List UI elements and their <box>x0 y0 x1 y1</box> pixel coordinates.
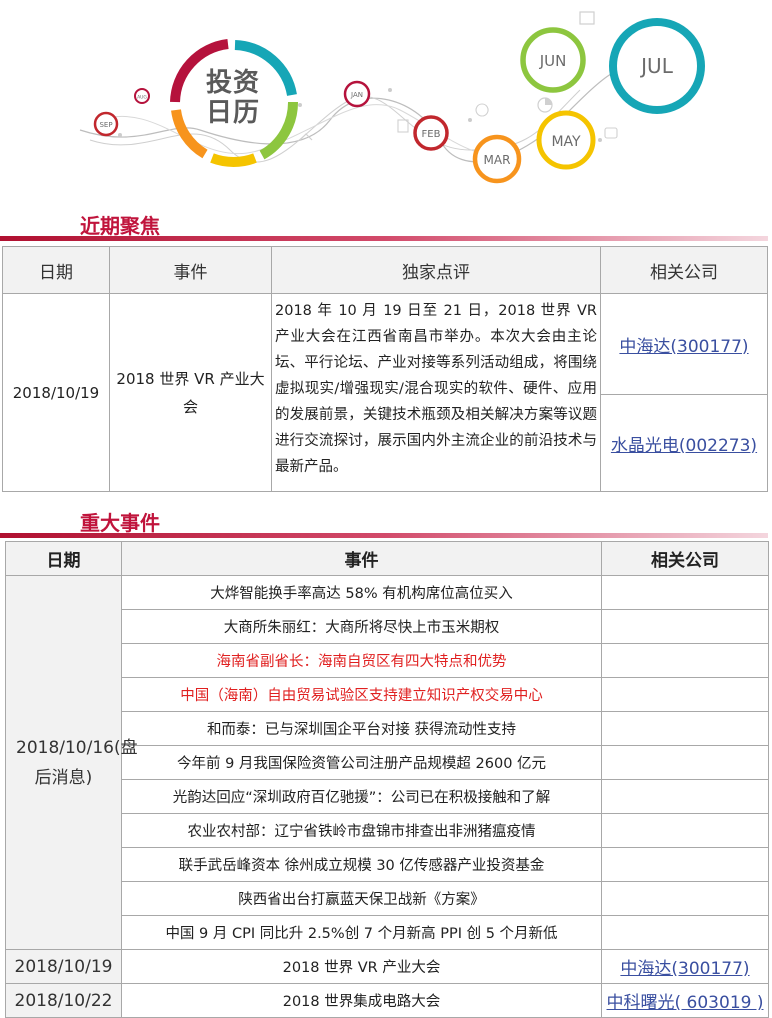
event-company-cell <box>601 813 769 848</box>
event-group-date: 2018/10/16(盘后消息) <box>5 575 138 950</box>
svg-text:MAR: MAR <box>484 153 511 167</box>
header-company: 相关公司 <box>600 246 768 294</box>
header-comment: 独家点评 <box>271 246 601 294</box>
header-event: 事件 <box>109 246 272 294</box>
table-row: 2018/10/19 2018 世界 VR 产业大会 2018 年 10 月 1… <box>2 293 768 492</box>
event-text: 和而泰：已与深圳国企平台对接 获得流动性支持 <box>121 711 602 746</box>
event-company-cell: 中科曙光( 603019 ) <box>601 983 769 1018</box>
event-company-cell <box>601 643 769 678</box>
brand-logo-text: 投资 日历 <box>198 68 268 128</box>
header-event: 事件 <box>121 541 602 576</box>
company-link-shuijingguangdian[interactable]: 水晶光电(002273) <box>611 436 757 456</box>
event-text: 农业农村部：辽宁省铁岭市盘锦市排查出非洲猪瘟疫情 <box>121 813 602 848</box>
focus-comment: 2018 年 10 月 19 日至 21 日，2018 世界 VR 产业大会在江… <box>271 293 601 492</box>
table-row: 2018/10/22 2018 世界集成电路大会 中科曙光( 603019 ) <box>5 983 769 1018</box>
event-text: 中国（海南）自由贸易试验区支持建立知识产权交易中心 <box>121 677 602 712</box>
company-link-zhongkeshuguang[interactable]: 中科曙光( 603019 ) <box>607 993 764 1013</box>
event-group: 2018/10/16(盘后消息) 大烨智能换手率高达 58% 有机构席位高位买入大… <box>5 575 769 950</box>
event-text: 联手武岳峰资本 徐州成立规模 30 亿传感器产业投资基金 <box>121 847 602 882</box>
svg-text:JUN: JUN <box>539 52 567 70</box>
svg-text:SEP: SEP <box>99 121 112 129</box>
event-company-cell <box>601 711 769 746</box>
company-link-zhonghaida-2[interactable]: 中海达(300177) <box>620 959 749 979</box>
header-date: 日期 <box>5 541 122 576</box>
event-company-cell <box>601 779 769 814</box>
major-section-title: 重大事件 <box>80 511 160 535</box>
table-row: 2018/10/19 2018 世界 VR 产业大会 中海达(300177) <box>5 949 769 984</box>
major-section-divider <box>0 533 768 538</box>
focus-company-cell-1: 中海达(300177) <box>600 293 768 395</box>
event-company-cell <box>601 677 769 712</box>
event-text: 大商所朱丽红：大商所将尽快上市玉米期权 <box>121 609 602 644</box>
focus-table-header: 日期 事件 独家点评 相关公司 <box>2 246 768 294</box>
table-row: 2018/10/16(盘后消息) 大烨智能换手率高达 58% 有机构席位高位买入 <box>5 575 769 950</box>
event-text: 中国 9 月 CPI 同比升 2.5%创 7 个月新高 PPI 创 5 个月新低 <box>121 915 602 950</box>
company-link-zhonghaida[interactable]: 中海达(300177) <box>619 337 748 357</box>
investment-calendar-banner: SEP AUG JAN FEB MAR MAY JUN JUL 投资 日历 <box>0 0 772 200</box>
svg-text:AUG: AUG <box>137 95 147 101</box>
focus-section-divider <box>0 236 768 241</box>
focus-section-title: 近期聚焦 <box>80 214 160 238</box>
focus-event: 2018 世界 VR 产业大会 <box>109 293 272 492</box>
focus-table: 日期 事件 独家点评 相关公司 2018/10/19 2018 世界 VR 产业… <box>2 246 768 492</box>
event-company-cell <box>601 609 769 644</box>
major-events-table: 日期 事件 相关公司 2018/10/16(盘后消息) 大烨智能换手率高达 58%… <box>5 541 769 1018</box>
event-text: 大烨智能换手率高达 58% 有机构席位高位买入 <box>121 575 602 610</box>
header-company: 相关公司 <box>601 541 769 576</box>
event-text: 2018 世界集成电路大会 <box>121 983 602 1018</box>
event-company-cell <box>601 847 769 882</box>
major-table-header: 日期 事件 相关公司 <box>5 541 769 576</box>
event-company-cell <box>601 745 769 780</box>
event-text: 2018 世界 VR 产业大会 <box>121 949 602 984</box>
brand-line-2: 日历 <box>205 98 260 128</box>
event-company-cell <box>601 915 769 950</box>
header-date: 日期 <box>2 246 110 294</box>
event-text: 今年前 9 月我国保险资管公司注册产品规模超 2600 亿元 <box>121 745 602 780</box>
event-date: 2018/10/19 <box>5 949 122 984</box>
event-company-cell: 中海达(300177) <box>601 949 769 984</box>
event-company-cell <box>601 575 769 610</box>
brand-line-1: 投资 <box>205 68 260 98</box>
event-company-cell <box>601 881 769 916</box>
focus-company-cell-2: 水晶光电(002273) <box>600 394 768 492</box>
event-date: 2018/10/22 <box>5 983 122 1018</box>
event-text: 海南省副省长：海南自贸区有四大特点和优势 <box>121 643 602 678</box>
event-text: 光韵达回应“深圳政府百亿驰援”：公司已在积极接触和了解 <box>121 779 602 814</box>
document-small-icon <box>397 119 409 133</box>
svg-text:JUL: JUL <box>639 54 674 78</box>
focus-date: 2018/10/19 <box>2 293 110 492</box>
calendar-small-icon <box>579 11 595 25</box>
svg-text:MAY: MAY <box>551 134 581 150</box>
calendar-decoration-graphic: SEP AUG JAN FEB MAR MAY JUN JUL <box>79 11 705 184</box>
event-text: 陕西省出台打赢蓝天保卫战新《方案》 <box>121 881 602 916</box>
svg-text:JAN: JAN <box>350 91 363 99</box>
svg-text:FEB: FEB <box>422 129 441 140</box>
